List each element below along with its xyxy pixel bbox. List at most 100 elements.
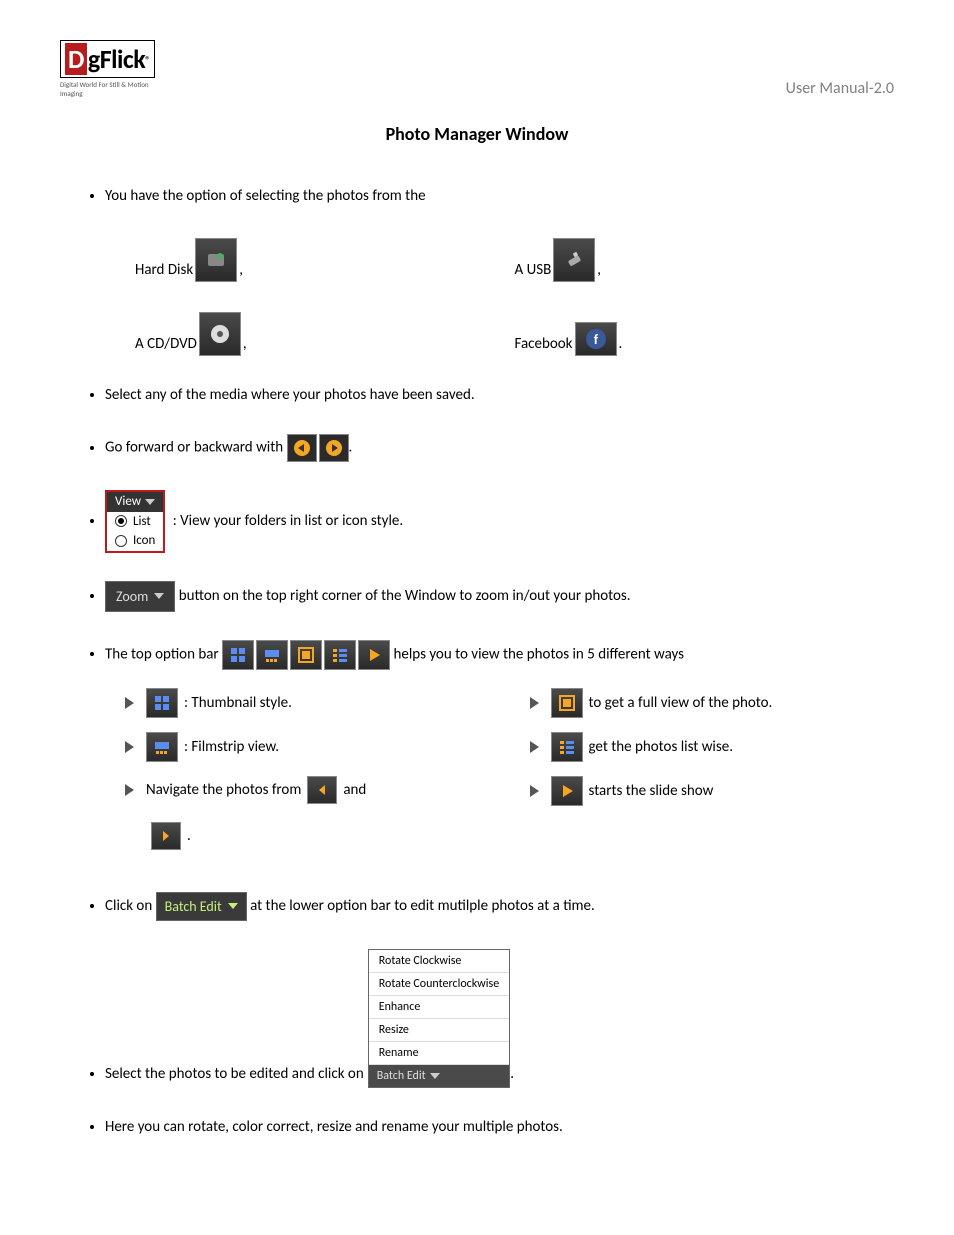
thumbnail-view-icon[interactable] (146, 688, 178, 718)
view-dropdown[interactable]: View List Icon (105, 490, 165, 553)
logo-d: D (65, 43, 87, 75)
arrow-bullet-icon (125, 784, 134, 796)
facebook-icon[interactable]: f (575, 322, 617, 356)
page-title: Photo Manager Window (60, 123, 894, 145)
batch-edit-menu: Rotate Clockwise Rotate Counterclockwise… (368, 949, 510, 1088)
bullet-batch-menu-text: Select the photos to be edited and click… (105, 1063, 364, 1088)
sub-slideshow: starts the slide show (530, 776, 895, 806)
source-cd-dvd: A CD/DVD , (135, 312, 515, 356)
sub-thumbnail-text: : Thumbnail style. (184, 692, 292, 715)
arrow-bullet-icon (530, 785, 539, 797)
back-arrow-icon[interactable] (287, 434, 317, 462)
bullet-sources-text: You have the option of selecting the pho… (105, 187, 426, 205)
slideshow-icon[interactable] (551, 776, 583, 806)
comma: , (597, 259, 601, 282)
view-list-label: List (133, 514, 151, 530)
period: . (349, 439, 353, 457)
bullet-option-bar: The top option bar helps you to view the… (105, 640, 894, 864)
menu-rename[interactable]: Rename (369, 1042, 509, 1065)
bullet-option-bar-text-b: helps you to view the photos in 5 differ… (393, 645, 684, 663)
arrow-bullet-icon (125, 741, 134, 753)
sub-navigate-text-b: and (343, 779, 366, 802)
cd-dvd-icon[interactable] (199, 312, 241, 356)
view-modes-sublist: : Thumbnail style. : Filmstrip view. Nav… (125, 688, 894, 864)
bullet-view-style: View List Icon : View your folders in li… (105, 490, 894, 553)
view-mode-option-bar (222, 640, 390, 670)
sub-list-view: get the photos list wise. (530, 732, 895, 762)
source-cd-dvd-label: A CD/DVD (135, 333, 197, 356)
nav-arrows (287, 434, 349, 462)
view-head-label: View (115, 494, 141, 510)
chevron-down-icon (228, 903, 238, 909)
logo-mark: DgFlick® (60, 40, 155, 78)
menu-enhance[interactable]: Enhance (369, 996, 509, 1019)
batch-edit-label: Batch Edit (165, 896, 222, 917)
logo: DgFlick® Digital World For Still & Motio… (60, 40, 170, 98)
logo-r: ® (145, 53, 150, 66)
zoom-label: Zoom (116, 586, 148, 607)
menu-rotate-cw[interactable]: Rotate Clockwise (369, 950, 509, 973)
next-photo-icon[interactable] (151, 822, 181, 850)
forward-arrow-icon[interactable] (319, 434, 349, 462)
sub-navigate: Navigate the photos from and . (125, 776, 490, 850)
chevron-down-icon (145, 499, 155, 505)
svg-text:f: f (593, 331, 598, 348)
comma: , (243, 333, 247, 356)
sub-full-view: to get a full view of the photo. (530, 688, 895, 718)
list-view-icon[interactable] (324, 640, 356, 670)
slideshow-icon[interactable] (358, 640, 390, 670)
main-list: You have the option of selecting the pho… (60, 185, 894, 1138)
batch-edit-button[interactable]: Batch Edit (156, 892, 247, 921)
manual-version: User Manual-2.0 (786, 79, 894, 98)
filmstrip-view-icon[interactable] (256, 640, 288, 670)
menu-rotate-ccw[interactable]: Rotate Counterclockwise (369, 973, 509, 996)
thumbnail-view-icon[interactable] (222, 640, 254, 670)
chevron-down-icon (430, 1073, 440, 1079)
comma: , (239, 259, 243, 282)
sub-filmstrip-text: : Filmstrip view. (184, 736, 279, 759)
period: . (187, 825, 191, 848)
hard-disk-icon[interactable] (195, 238, 237, 282)
bullet-batch-text-b: at the lower option bar to edit mutilple… (250, 897, 595, 915)
full-view-icon[interactable] (551, 688, 583, 718)
bullet-navigate: Go forward or backward with . (105, 434, 894, 462)
bullet-zoom: Zoom button on the top right corner of t… (105, 581, 894, 612)
zoom-button[interactable]: Zoom (105, 581, 175, 612)
bullet-navigate-text: Go forward or backward with (105, 439, 287, 457)
sources-grid: Hard Disk , A USB , A CD/DVD , Facebook (135, 238, 894, 356)
bullet-view-text: : View your folders in list or icon styl… (173, 512, 403, 530)
bullet-batch-edit: Click on Batch Edit at the lower option … (105, 892, 894, 921)
sub-thumbnail: : Thumbnail style. (125, 688, 490, 718)
source-usb: A USB , (515, 238, 895, 282)
prev-photo-icon[interactable] (307, 776, 337, 804)
batch-edit-trigger[interactable]: Batch Edit (369, 1065, 509, 1087)
radio-unselected-icon (115, 535, 127, 547)
bullet-zoom-text: button on the top right corner of the Wi… (179, 587, 631, 605)
sub-list-view-text: get the photos list wise. (589, 736, 734, 759)
sub-slideshow-text: starts the slide show (589, 780, 714, 803)
period: . (619, 333, 623, 356)
logo-tagline: Digital World For Still & Motion Imaging (60, 80, 170, 98)
sub-full-view-text: to get a full view of the photo. (589, 692, 773, 715)
bullet-select-media: Select any of the media where your photo… (105, 384, 894, 407)
source-hard-disk-label: Hard Disk (135, 259, 193, 282)
source-hard-disk: Hard Disk , (135, 238, 515, 282)
bullet-sources: You have the option of selecting the pho… (105, 185, 894, 356)
list-view-icon[interactable] (551, 732, 583, 762)
menu-resize[interactable]: Resize (369, 1019, 509, 1042)
usb-icon[interactable] (553, 238, 595, 282)
bullet-batch-menu: Select the photos to be edited and click… (105, 949, 894, 1088)
page-header: DgFlick® Digital World For Still & Motio… (60, 40, 894, 98)
arrow-bullet-icon (530, 741, 539, 753)
bullet-batch-text-a: Click on (105, 897, 156, 915)
arrow-bullet-icon (125, 697, 134, 709)
chevron-down-icon (154, 593, 164, 599)
full-view-icon[interactable] (290, 640, 322, 670)
period: . (510, 1063, 514, 1088)
sub-filmstrip: : Filmstrip view. (125, 732, 490, 762)
radio-selected-icon (115, 515, 127, 527)
view-icon-label: Icon (133, 533, 155, 549)
sub-navigate-text-a: Navigate the photos from (146, 779, 301, 802)
logo-rest: gFlick (88, 43, 145, 75)
filmstrip-view-icon[interactable] (146, 732, 178, 762)
